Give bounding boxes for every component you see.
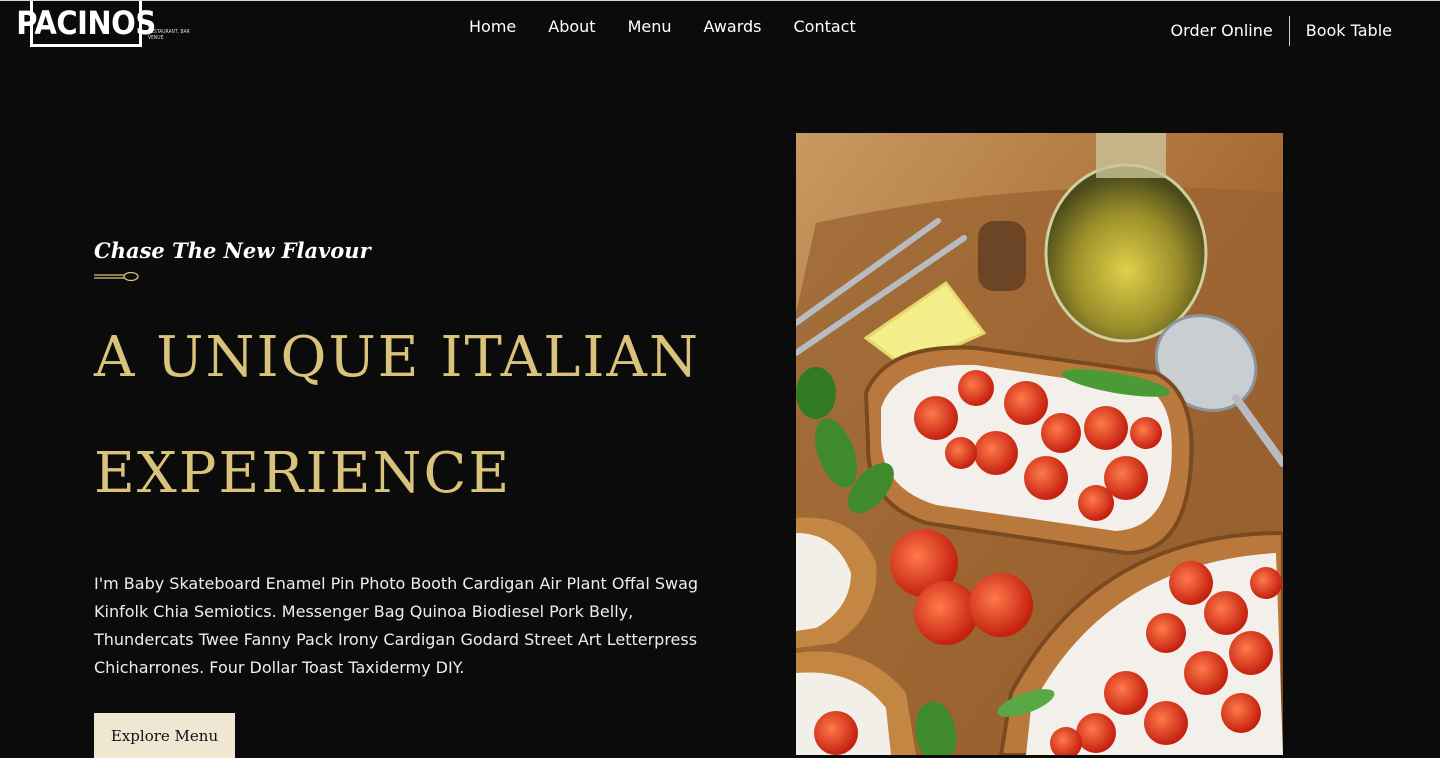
book-table-link[interactable]: Book Table <box>1306 20 1392 42</box>
order-online-link[interactable]: Order Online <box>1171 20 1273 42</box>
hero-body: I'm Baby Skateboard Enamel Pin Photo Boo… <box>94 574 699 677</box>
header-divider <box>1288 16 1290 46</box>
main-nav: Home About Menu Awards Contact <box>469 16 888 38</box>
spoon-divider-icon <box>94 271 139 282</box>
hero-food-image <box>796 133 1283 755</box>
nav-about[interactable]: About <box>548 16 595 38</box>
header-actions: Order Online Book Table <box>1171 16 1392 46</box>
nav-contact[interactable]: Contact <box>793 16 855 38</box>
logo-wordmark: PACINOS <box>16 3 156 42</box>
nav-menu[interactable]: Menu <box>628 16 672 38</box>
explore-menu-button[interactable]: Explore Menu <box>94 713 235 758</box>
nav-awards[interactable]: Awards <box>704 16 762 38</box>
nav-home[interactable]: Home <box>469 16 516 38</box>
headline-line-2: EXPERIENCE <box>94 441 512 506</box>
top-border <box>0 0 1440 1</box>
hero-headline: A UNIQUE ITALIAN EXPERIENCE <box>94 325 700 532</box>
logo-box: PACINOS <box>16 1 156 47</box>
hero-eyebrow: Chase The New Flavour <box>94 238 371 263</box>
headline-line-1: A UNIQUE ITALIAN <box>94 325 700 390</box>
brand-logo[interactable]: PACINOS RESTAURANT, BAR VENUE <box>16 1 192 53</box>
bruschetta-photo <box>796 133 1283 755</box>
